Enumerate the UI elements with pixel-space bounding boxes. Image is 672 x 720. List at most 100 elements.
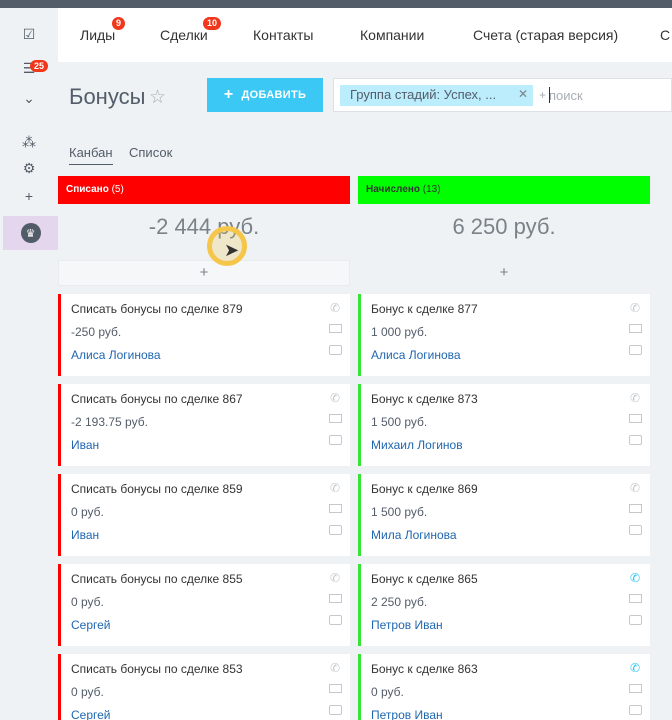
- phone-icon[interactable]: ✆: [328, 391, 342, 405]
- card-amount: 1 500 руб.: [371, 505, 428, 519]
- card-contact-link[interactable]: Алиса Логинова: [71, 348, 350, 362]
- phone-icon[interactable]: ✆: [328, 661, 342, 675]
- nav-item-deals[interactable]: Сделки: [160, 27, 208, 43]
- mail-icon[interactable]: [329, 504, 342, 513]
- column-title: Начислено: [366, 184, 420, 195]
- nav-item-more[interactable]: С: [660, 27, 670, 43]
- card-contact-link[interactable]: Сергей: [71, 618, 350, 632]
- sidebar-item-bonuses[interactable]: ♛: [3, 216, 58, 250]
- card-amount: 0 руб.: [71, 505, 104, 519]
- deal-card[interactable]: Списать бонусы по сделке 859 0 руб. Иван…: [58, 474, 350, 556]
- card-contact-link[interactable]: Сергей: [71, 708, 350, 720]
- card-contact-link[interactable]: Петров Иван: [371, 618, 650, 632]
- chat-icon[interactable]: [329, 615, 342, 625]
- kanban-column-written-off: Списано (5) -2 444 руб. + Списать бонусы…: [58, 176, 350, 720]
- nav-item-companies[interactable]: Компании: [360, 27, 424, 43]
- card-title: Бонус к сделке 869: [371, 482, 478, 496]
- tab-kanban[interactable]: Канбан: [69, 145, 113, 165]
- crown-icon: ♛: [20, 223, 41, 243]
- column-header[interactable]: Списано (5): [58, 176, 350, 204]
- column-sum: -2 444 руб.: [148, 214, 260, 239]
- kanban-column-accrued: Начислено (13) 6 250 руб. + Бонус к сдел…: [358, 176, 650, 720]
- sitemap-icon[interactable]: ⁂: [15, 128, 43, 156]
- deal-card[interactable]: Бонус к сделке 869 1 500 руб. Мила Логин…: [358, 474, 650, 556]
- deal-card[interactable]: Бонус к сделке 865 2 250 руб. Петров Ива…: [358, 564, 650, 646]
- phone-icon[interactable]: ✆: [628, 391, 642, 405]
- deal-card[interactable]: Бонус к сделке 863 0 руб. Петров Иван ✆: [358, 654, 650, 720]
- mail-icon[interactable]: [629, 414, 642, 423]
- chat-icon[interactable]: [629, 525, 642, 535]
- filter-chip[interactable]: Группа стадий: Успех, ... ✕: [340, 85, 533, 106]
- chat-icon[interactable]: [629, 705, 642, 715]
- nav-item-invoices-old[interactable]: Счета (старая версия): [473, 27, 618, 43]
- chevron-down-icon[interactable]: ⌄: [15, 84, 43, 112]
- phone-icon[interactable]: ✆: [628, 571, 642, 585]
- mail-icon[interactable]: [329, 684, 342, 693]
- card-amount: 0 руб.: [71, 595, 104, 609]
- phone-icon[interactable]: ✆: [628, 661, 642, 675]
- filter-add-icon[interactable]: +: [539, 88, 546, 102]
- nav-item-contacts[interactable]: Контакты: [253, 27, 313, 43]
- chat-icon[interactable]: [329, 435, 342, 445]
- card-title: Бонус к сделке 865: [371, 572, 478, 586]
- mail-icon[interactable]: [329, 414, 342, 423]
- chat-icon[interactable]: [629, 435, 642, 445]
- nav-badge-deals: 10: [203, 17, 222, 30]
- plus-icon[interactable]: +: [15, 182, 43, 210]
- chat-icon[interactable]: [329, 525, 342, 535]
- phone-icon[interactable]: ✆: [328, 481, 342, 495]
- deal-card[interactable]: Бонус к сделке 877 1 000 руб. Алиса Логи…: [358, 294, 650, 376]
- mail-icon[interactable]: [329, 594, 342, 603]
- card-contact-link[interactable]: Алиса Логинова: [371, 348, 650, 362]
- mail-icon[interactable]: [629, 504, 642, 513]
- browser-top-strip: [0, 0, 672, 8]
- card-amount: 0 руб.: [71, 685, 104, 699]
- card-title: Списать бонусы по сделке 879: [71, 302, 243, 316]
- card-contact-link[interactable]: Мила Логинова: [371, 528, 650, 542]
- column-header[interactable]: Начислено (13): [358, 176, 650, 204]
- sidebar-counter-badge: 25: [30, 60, 49, 72]
- star-icon[interactable]: ☆: [149, 86, 166, 109]
- close-icon[interactable]: ✕: [518, 87, 528, 101]
- gear-icon[interactable]: ⚙: [15, 154, 43, 182]
- card-amount: -2 193.75 руб.: [71, 415, 148, 429]
- mail-icon[interactable]: [629, 324, 642, 333]
- search-input[interactable]: поиск: [549, 88, 583, 103]
- phone-icon[interactable]: ✆: [628, 301, 642, 315]
- mail-icon[interactable]: [629, 594, 642, 603]
- column-sum: 6 250 руб.: [452, 214, 556, 239]
- deal-card[interactable]: Списать бонусы по сделке 855 0 руб. Серг…: [58, 564, 350, 646]
- chat-icon[interactable]: [629, 615, 642, 625]
- add-button-label: ДОБАВИТЬ: [241, 89, 307, 101]
- phone-icon[interactable]: ✆: [328, 301, 342, 315]
- filter-chip-label: Группа стадий: Успех, ...: [350, 87, 497, 102]
- filter-search-bar[interactable]: Группа стадий: Успех, ... ✕ + поиск: [333, 78, 672, 112]
- deal-card[interactable]: Списать бонусы по сделке 867 -2 193.75 р…: [58, 384, 350, 466]
- mail-icon[interactable]: [629, 684, 642, 693]
- column-add-button[interactable]: +: [58, 260, 350, 286]
- chat-icon[interactable]: [329, 345, 342, 355]
- mail-icon[interactable]: [329, 324, 342, 333]
- tab-list[interactable]: Список: [129, 145, 172, 160]
- card-contact-link[interactable]: Иван: [71, 528, 350, 542]
- phone-icon[interactable]: ✆: [628, 481, 642, 495]
- deal-card[interactable]: Списать бонусы по сделке 879 -250 руб. А…: [58, 294, 350, 376]
- chat-icon[interactable]: [329, 705, 342, 715]
- task-icon[interactable]: ☑: [15, 20, 43, 48]
- top-navigation: Лиды 9 Сделки 10 Контакты Компании Счета…: [58, 8, 672, 62]
- card-contact-link[interactable]: Иван: [71, 438, 350, 452]
- card-contact-link[interactable]: Петров Иван: [371, 708, 650, 720]
- column-add-button[interactable]: +: [358, 260, 650, 286]
- card-contact-link[interactable]: Михаил Логинов: [371, 438, 650, 452]
- column-count: (5): [111, 184, 124, 195]
- phone-icon[interactable]: ✆: [328, 571, 342, 585]
- card-amount: 1 000 руб.: [371, 325, 428, 339]
- deal-card[interactable]: Бонус к сделке 873 1 500 руб. Михаил Лог…: [358, 384, 650, 466]
- nav-badge-leads: 9: [112, 17, 126, 30]
- column-count: (13): [422, 184, 441, 195]
- add-button[interactable]: + ДОБАВИТЬ: [207, 78, 323, 112]
- chat-icon[interactable]: [629, 345, 642, 355]
- nav-item-leads[interactable]: Лиды: [80, 27, 115, 43]
- plus-icon: +: [223, 86, 234, 103]
- deal-card[interactable]: Списать бонусы по сделке 853 0 руб. Серг…: [58, 654, 350, 720]
